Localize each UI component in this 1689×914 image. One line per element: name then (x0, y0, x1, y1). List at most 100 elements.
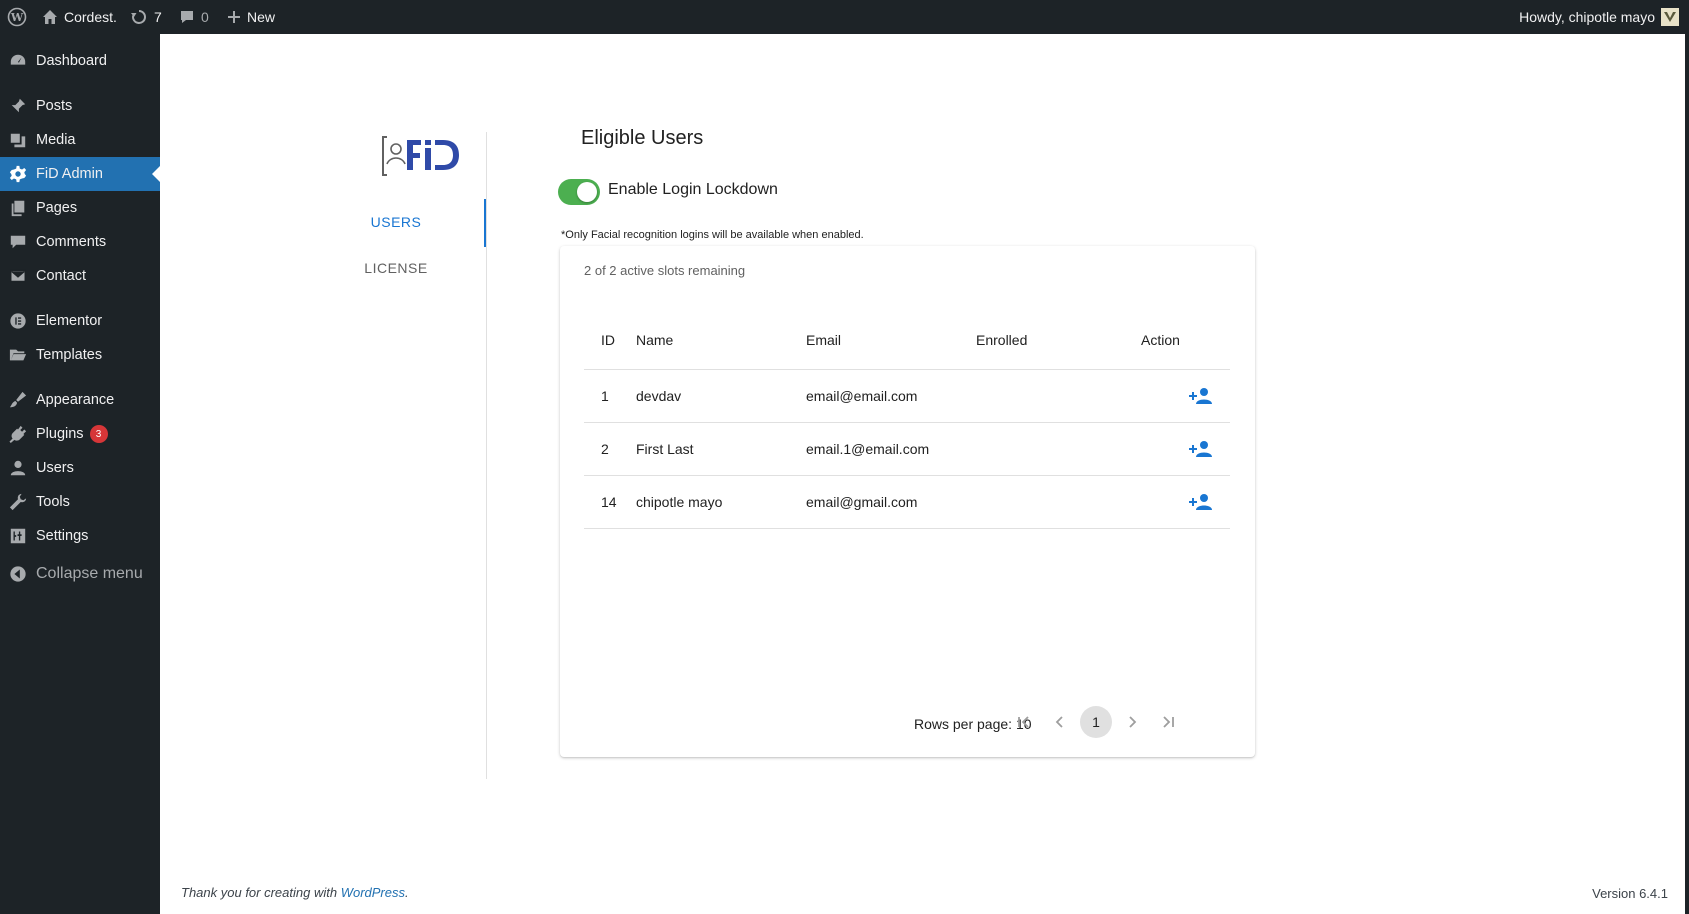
chevron-left-icon (1055, 716, 1063, 728)
settings-icon (0, 519, 36, 553)
cell-name: chipotle mayo (636, 475, 806, 529)
plugins-update-badge: 3 (89, 425, 108, 443)
cell-enrolled (976, 475, 1141, 529)
sidebar-item-pages[interactable]: Pages (0, 191, 160, 225)
header-email: Email (806, 311, 976, 370)
chevron-right-icon (1129, 716, 1137, 728)
comments-link[interactable]: 0 (179, 0, 209, 34)
cell-id: 14 (584, 475, 636, 529)
cell-email: email@gmail.com (806, 475, 976, 529)
cell-enrolled (976, 369, 1141, 423)
sidebar-item-settings[interactable]: Settings (0, 519, 160, 553)
new-content-link[interactable]: New (227, 0, 275, 34)
new-label: New (247, 9, 276, 25)
comment-icon (0, 225, 36, 259)
last-page-icon (1163, 716, 1174, 728)
sidebar-item-appearance[interactable]: Appearance (0, 383, 160, 417)
cell-email: email@email.com (806, 369, 976, 423)
fid-nav-divider (486, 132, 487, 779)
table-header-row: ID Name Email Enrolled Action (584, 311, 1230, 370)
table-row: 2 First Last email.1@email.com (584, 422, 1230, 476)
content-area: USERS LICENSE Eligible Users Enable Logi… (160, 34, 1685, 914)
elementor-icon (0, 304, 36, 338)
table-row: 14 chipotle mayo email@gmail.com (584, 475, 1230, 529)
avatar (1661, 8, 1679, 26)
mail-icon (0, 259, 36, 293)
cell-id: 2 (584, 422, 636, 476)
slots-remaining: 2 of 2 active slots remaining (584, 263, 746, 278)
howdy-text: Howdy, chipotle mayo (1519, 9, 1655, 25)
sidebar-item-templates[interactable]: Templates (0, 338, 160, 372)
footer-thanks: Thank you for creating with WordPress. (181, 885, 409, 900)
add-user-icon[interactable] (1189, 492, 1213, 512)
user-icon (0, 451, 36, 485)
plugin-icon (0, 417, 36, 451)
sidebar-item-plugins[interactable]: Plugins 3 (0, 417, 160, 451)
sidebar-item-media[interactable]: Media (0, 123, 160, 157)
collapse-arrow-icon (0, 557, 36, 591)
wrench-icon (0, 485, 36, 519)
first-page-icon (1018, 716, 1029, 728)
gear-icon (0, 157, 36, 191)
last-page-button[interactable] (1152, 706, 1184, 738)
folder-icon (0, 338, 36, 372)
admin-bar: W Cordest. 7 0 New Howdy, chipotle mayo (0, 0, 1689, 34)
sidebar-item-fid-admin[interactable]: FiD Admin (0, 157, 160, 191)
page-title: Eligible Users (581, 127, 704, 149)
wordpress-link[interactable]: WordPress (341, 885, 405, 900)
home-icon (43, 10, 57, 24)
pin-icon (0, 89, 36, 123)
previous-page-button[interactable] (1044, 706, 1076, 738)
page-number-button[interactable]: 1 (1080, 706, 1112, 738)
dashboard-icon (0, 44, 36, 78)
admin-sidebar: Dashboard Posts Media FiD Admin Pages Co… (0, 34, 160, 914)
sidebar-item-tools[interactable]: Tools (0, 485, 160, 519)
sidebar-item-comments[interactable]: Comments (0, 225, 160, 259)
toggle-knob (577, 182, 597, 202)
svg-text:W: W (10, 11, 24, 24)
sidebar-item-contact[interactable]: Contact (0, 259, 160, 293)
window-edge (1685, 34, 1689, 914)
add-user-icon[interactable] (1189, 439, 1213, 459)
first-page-button[interactable] (1008, 706, 1040, 738)
sidebar-item-posts[interactable]: Posts (0, 89, 160, 123)
add-user-icon[interactable] (1189, 386, 1213, 406)
collapse-menu-button[interactable]: Collapse menu (0, 557, 160, 591)
table-row: 1 devdav email@email.com (584, 369, 1230, 423)
media-icon (0, 123, 36, 157)
header-id: ID (584, 311, 636, 370)
tab-license[interactable]: LICENSE (306, 260, 486, 276)
site-name: Cordest. (64, 9, 117, 25)
sidebar-item-users[interactable]: Users (0, 451, 160, 485)
sidebar-item-dashboard[interactable]: Dashboard (0, 44, 160, 78)
cell-enrolled (976, 422, 1141, 476)
tab-users[interactable]: USERS (306, 214, 486, 230)
fid-logo (382, 136, 459, 176)
cell-name: devdav (636, 369, 806, 423)
next-page-button[interactable] (1116, 706, 1148, 738)
updates-link[interactable]: 7 (130, 0, 162, 34)
wordpress-logo-button[interactable]: W (7, 0, 27, 34)
updates-count: 7 (154, 9, 162, 25)
my-account-link[interactable]: Howdy, chipotle mayo (1519, 0, 1679, 34)
cell-id: 1 (584, 369, 636, 423)
sidebar-item-elementor[interactable]: Elementor (0, 304, 160, 338)
header-enrolled: Enrolled (976, 311, 1141, 370)
comment-bubble-icon (181, 11, 193, 23)
users-card: 2 of 2 active slots remaining ID Name Em… (560, 246, 1255, 757)
header-name: Name (636, 311, 806, 370)
lockdown-note: *Only Facial recognition logins will be … (561, 229, 864, 241)
plus-icon (228, 11, 240, 23)
pages-icon (0, 191, 36, 225)
login-lockdown-toggle[interactable] (558, 179, 600, 205)
brush-icon (0, 383, 36, 417)
cell-email: email.1@email.com (806, 422, 976, 476)
footer-version: Version 6.4.1 (1592, 886, 1668, 901)
comments-count: 0 (201, 9, 209, 25)
header-action: Action (1141, 311, 1230, 370)
users-table: ID Name Email Enrolled Action 1 devdav e… (584, 311, 1230, 529)
refresh-icon (131, 10, 146, 24)
wordpress-icon: W (7, 7, 27, 27)
site-name-link[interactable]: Cordest. (42, 0, 117, 34)
cell-name: First Last (636, 422, 806, 476)
